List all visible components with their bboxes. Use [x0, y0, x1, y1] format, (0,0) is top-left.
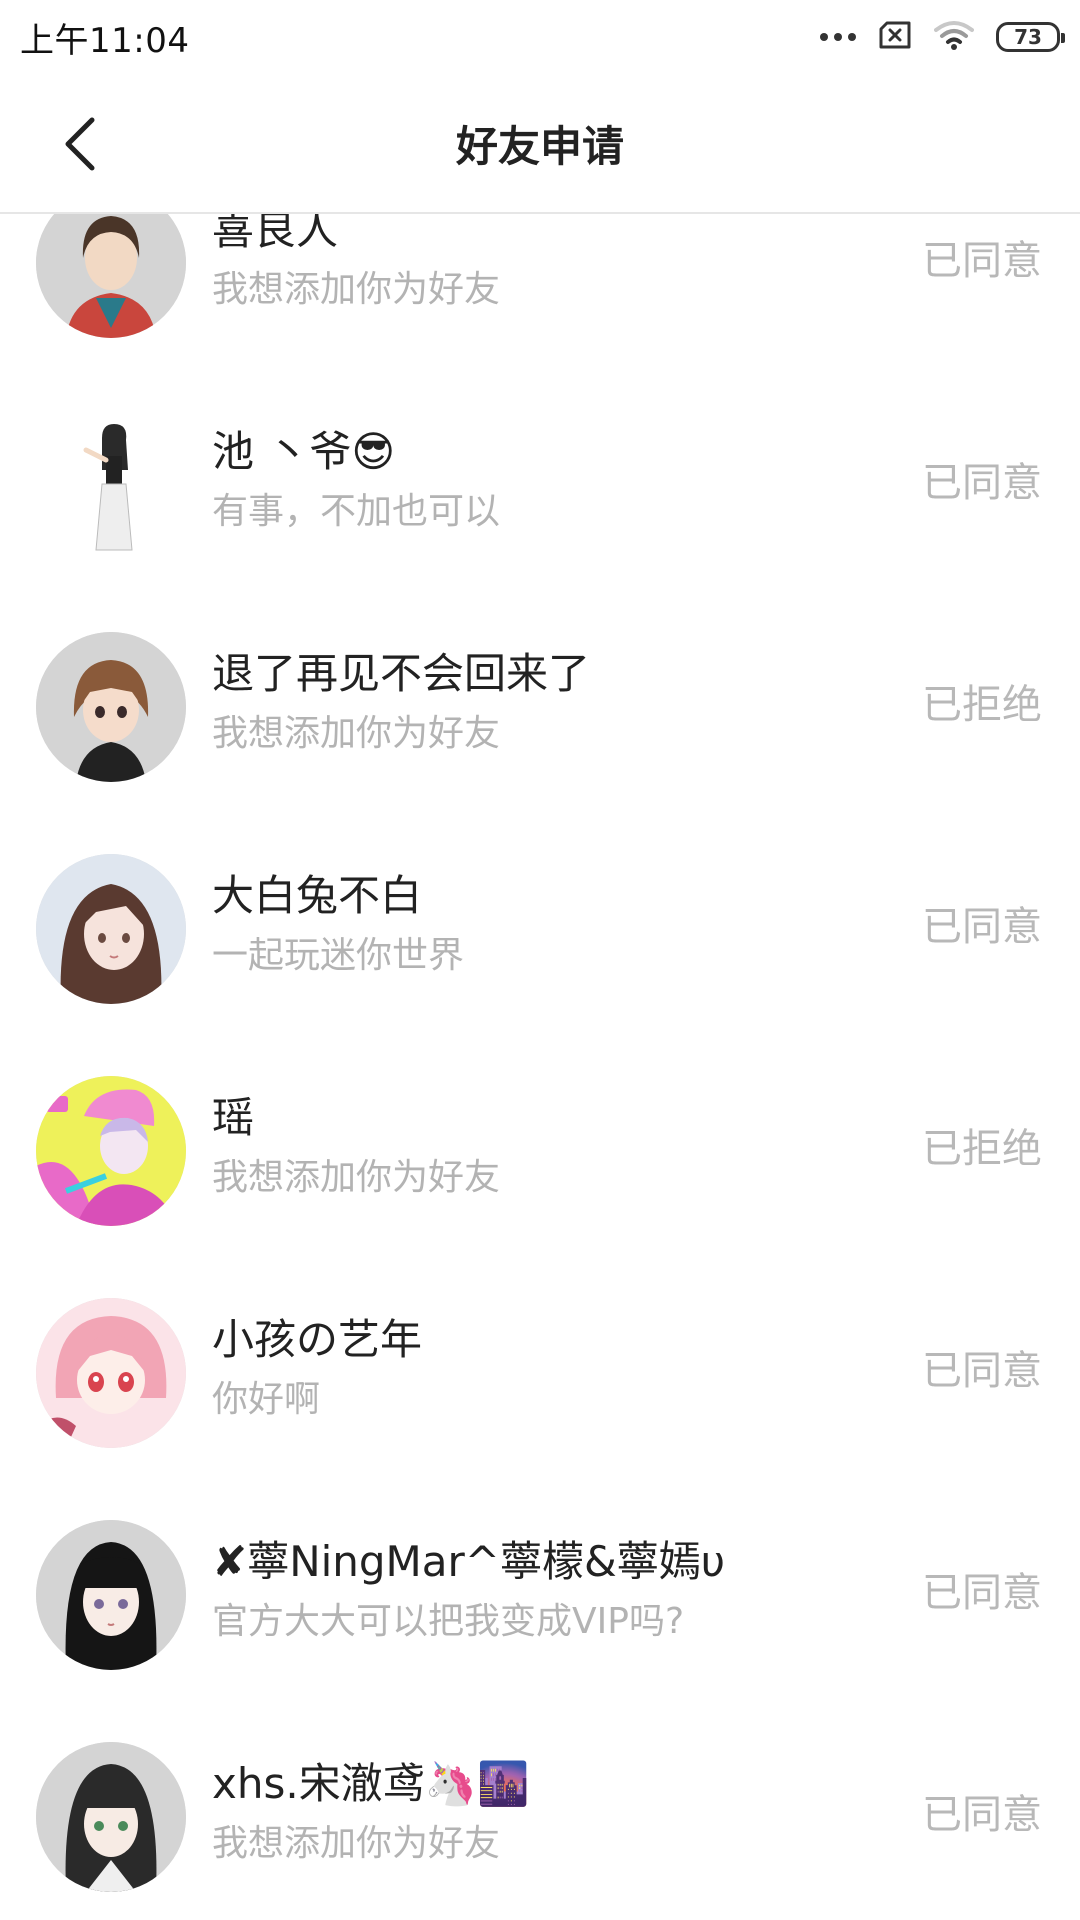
request-status: 已同意 [922, 238, 1042, 284]
avatar[interactable] [36, 1520, 186, 1670]
friend-request-list[interactable]: 喜良人 我想添加你为好友 已同意 池 丶爷😎 有事，不加也可以 已同意 退了再见… [0, 214, 1080, 1920]
requester-name: 池 丶爷😎 [212, 427, 396, 476]
status-time: 上午11:04 [20, 20, 190, 61]
chevron-left-icon [65, 117, 95, 171]
avatar[interactable] [36, 1742, 186, 1892]
friend-request-row[interactable]: 小孩の艺年 你好啊 已同意 [0, 1254, 1080, 1476]
requester-name: 大白兔不白 [212, 871, 423, 920]
avatar[interactable] [36, 1298, 186, 1448]
request-status: 已同意 [922, 1792, 1042, 1838]
request-status: 已同意 [922, 460, 1042, 506]
page-title: 好友申请 [455, 121, 624, 171]
more-dots-icon [820, 33, 856, 41]
status-bar: 上午11:04 73 [0, 0, 1080, 74]
request-message: 一起玩迷你世界 [212, 935, 465, 976]
status-icons: 73 [820, 20, 1065, 54]
battery-level: 73 [1014, 25, 1042, 49]
back-button[interactable] [50, 114, 110, 174]
friend-request-row[interactable]: 喜良人 我想添加你为好友 已同意 [0, 214, 1080, 366]
friend-request-row[interactable]: 瑶 我想添加你为好友 已拒绝 [0, 1032, 1080, 1254]
friend-request-row[interactable]: 大白兔不白 一起玩迷你世界 已同意 [0, 810, 1080, 1032]
nav-bar: 好友申请 [0, 74, 1080, 214]
requester-name: 瑶 [212, 1093, 255, 1142]
avatar[interactable] [36, 854, 186, 1004]
request-status: 已拒绝 [922, 1126, 1042, 1172]
battery-icon: 73 [996, 22, 1065, 52]
requester-name: ✘薴NingMar^薴檬&薴嫣υ [212, 1537, 726, 1586]
requester-name: 小孩の艺年 [212, 1315, 423, 1364]
friend-request-row[interactable]: xhs.宋澈鸢🦄🌆 我想添加你为好友 已同意 [0, 1698, 1080, 1920]
request-message: 我想添加你为好友 [212, 269, 501, 310]
avatar[interactable] [36, 632, 186, 782]
request-message: 你好啊 [212, 1379, 321, 1420]
sim-none-icon [878, 21, 912, 53]
request-message: 官方大大可以把我变成VIP吗? [212, 1601, 685, 1642]
request-status: 已拒绝 [922, 682, 1042, 728]
request-message: 我想添加你为好友 [212, 713, 501, 754]
friend-request-row[interactable]: 池 丶爷😎 有事，不加也可以 已同意 [0, 366, 1080, 588]
request-message: 有事，不加也可以 [212, 491, 501, 532]
request-message: 我想添加你为好友 [212, 1157, 501, 1198]
requester-name: 退了再见不会回来了 [212, 649, 591, 698]
requester-name: 喜良人 [212, 214, 339, 254]
friend-request-row[interactable]: ✘薴NingMar^薴檬&薴嫣υ 官方大大可以把我变成VIP吗? 已同意 [0, 1476, 1080, 1698]
request-status: 已同意 [922, 1570, 1042, 1616]
request-status: 已同意 [922, 904, 1042, 950]
wifi-icon [934, 20, 974, 54]
request-status: 已同意 [922, 1348, 1042, 1394]
friend-request-row[interactable]: 退了再见不会回来了 我想添加你为好友 已拒绝 [0, 588, 1080, 810]
request-message: 我想添加你为好友 [212, 1823, 501, 1864]
avatar[interactable] [36, 214, 186, 338]
avatar[interactable] [36, 410, 186, 560]
avatar[interactable] [36, 1076, 186, 1226]
requester-name: xhs.宋澈鸢🦄🌆 [212, 1759, 530, 1808]
